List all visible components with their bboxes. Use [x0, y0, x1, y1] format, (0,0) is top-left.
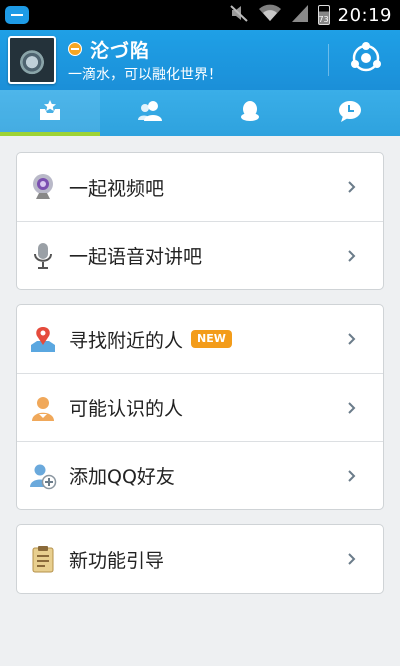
profile-header: 沦づ陷 一滴水，可以融化世界！ — [0, 30, 400, 90]
list-item-label: 新功能引导 — [69, 549, 165, 572]
chevron-right-icon — [347, 332, 357, 346]
group-find-friends: 寻找附近的人 NEW 可能认识的人 添加QQ好友 — [16, 304, 384, 510]
list-item-label: 一起语音对讲吧 — [69, 246, 203, 268]
group-chat-features: 一起视频吧 一起语音对讲吧 — [16, 152, 384, 290]
list-item-add-qq-friend[interactable]: 添加QQ好友 — [17, 441, 383, 509]
clock: 20:19 — [337, 4, 392, 26]
qzone-icon — [349, 41, 383, 79]
list-item-label: 寻找附近的人 — [69, 329, 184, 352]
list-item-label: 添加QQ好友 — [69, 466, 175, 488]
wifi-icon — [258, 3, 282, 27]
tab-bar — [0, 90, 400, 136]
app-notification-icon — [2, 4, 32, 26]
new-badge: NEW — [191, 330, 232, 348]
chevron-right-icon — [347, 552, 357, 566]
status-away-icon[interactable] — [68, 42, 82, 56]
list-item-label: 一起视频吧 — [69, 177, 165, 200]
inbox-star-icon — [37, 99, 63, 127]
qzone-button[interactable] — [344, 38, 388, 82]
tab-discover[interactable] — [0, 90, 100, 136]
list-item-voice-intercom[interactable]: 一起语音对讲吧 — [17, 221, 383, 289]
person-icon — [29, 394, 57, 422]
webcam-icon — [29, 173, 57, 201]
list-item-people-you-may-know[interactable]: 可能认识的人 — [17, 373, 383, 441]
username: 沦づ陷 — [90, 39, 151, 62]
chevron-right-icon — [347, 401, 357, 415]
battery-level: 73 — [318, 15, 329, 24]
clipboard-icon — [29, 545, 57, 573]
group-guide: 新功能引导 — [16, 524, 384, 594]
user-info[interactable]: 沦づ陷 一滴水，可以融化世界！ — [68, 36, 222, 84]
tab-messages[interactable] — [300, 90, 400, 136]
chat-bubble-icon — [337, 99, 363, 127]
list-item-nearby-people[interactable]: 寻找附近的人 NEW — [17, 305, 383, 373]
signature: 一滴水，可以融化世界！ — [68, 67, 222, 83]
battery-icon: 73 — [317, 5, 330, 25]
list-item-video-chat[interactable]: 一起视频吧 — [17, 153, 383, 221]
active-tab-indicator — [0, 132, 100, 136]
tab-qq[interactable] — [200, 90, 300, 136]
map-pin-icon — [29, 325, 57, 353]
penguin-icon — [238, 99, 262, 127]
signal-icon — [290, 3, 310, 27]
avatar[interactable] — [8, 36, 56, 84]
chevron-right-icon — [347, 469, 357, 483]
mute-icon — [228, 3, 250, 27]
header-divider — [328, 44, 329, 76]
tab-contacts[interactable] — [100, 90, 200, 136]
list-item-new-feature-guide[interactable]: 新功能引导 — [17, 525, 383, 593]
chevron-right-icon — [347, 180, 357, 194]
contacts-icon — [137, 99, 163, 127]
status-bar: 73 20:19 — [0, 0, 400, 30]
add-friend-icon — [29, 462, 57, 490]
microphone-icon — [29, 242, 57, 270]
list-item-label: 可能认识的人 — [69, 398, 184, 420]
chevron-right-icon — [347, 249, 357, 263]
